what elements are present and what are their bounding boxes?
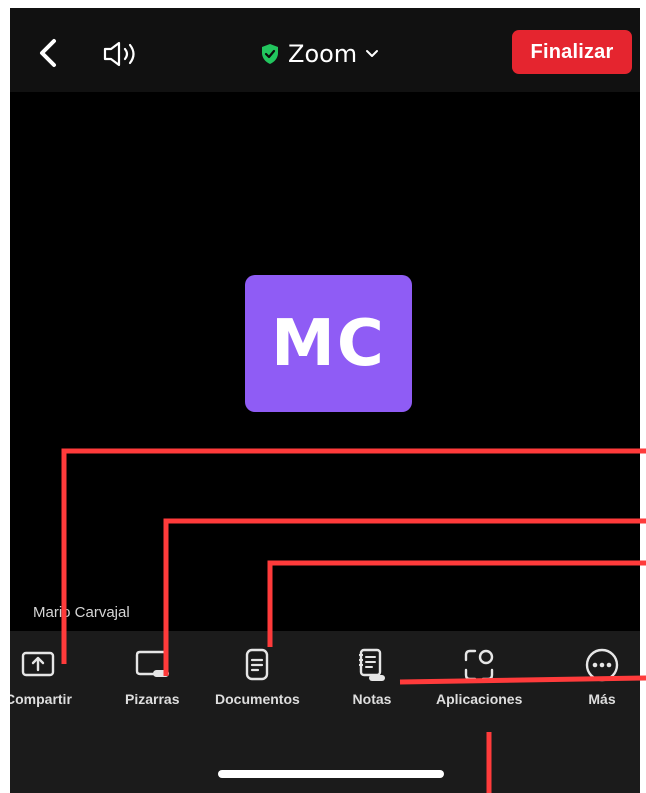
toolbar-more-label: Más	[588, 691, 616, 707]
share-screen-icon	[18, 645, 58, 685]
toolbar-whiteboards-button[interactable]: Pizarras	[125, 645, 179, 707]
meeting-toolbar: Compartir Pizarras Documentos Notas Apli…	[10, 631, 640, 793]
chevron-down-icon	[366, 50, 379, 57]
top-bar: Zoom Finalizar	[10, 8, 640, 92]
toolbar-apps-label: Aplicaciones	[436, 691, 523, 707]
home-indicator[interactable]	[218, 770, 444, 778]
apps-icon	[459, 645, 499, 685]
document-icon	[237, 645, 277, 685]
toolbar-documents-label: Documentos	[215, 691, 300, 707]
participant-name: Mario Carvajal	[33, 604, 130, 621]
speaker-button[interactable]	[102, 40, 142, 68]
toolbar-share-label: Compartir	[10, 691, 72, 707]
toolbar-notes-button[interactable]: Notas	[352, 645, 392, 707]
notes-icon	[352, 645, 392, 685]
meeting-screen: Zoom Finalizar MC Mario Carvajal Compart…	[10, 8, 640, 793]
back-button[interactable]	[36, 38, 60, 68]
end-meeting-button[interactable]: Finalizar	[512, 30, 632, 74]
participant-avatar: MC	[245, 275, 412, 412]
speaker-icon	[103, 41, 135, 67]
chevron-left-icon	[40, 39, 56, 67]
toolbar-more-button[interactable]: Más	[582, 645, 622, 707]
toolbar-apps-button[interactable]: Aplicaciones	[436, 645, 522, 707]
meeting-title: Zoom	[288, 40, 358, 68]
toolbar-whiteboards-label: Pizarras	[125, 691, 180, 707]
meeting-title-dropdown[interactable]: Zoom	[260, 38, 379, 70]
toolbar-notes-label: Notas	[352, 691, 392, 707]
more-icon	[582, 645, 622, 685]
toolbar-share-button[interactable]: Compartir	[10, 645, 72, 707]
toolbar-documents-button[interactable]: Documentos	[215, 645, 300, 707]
whiteboard-icon	[132, 645, 172, 685]
shield-check-icon	[262, 44, 278, 64]
